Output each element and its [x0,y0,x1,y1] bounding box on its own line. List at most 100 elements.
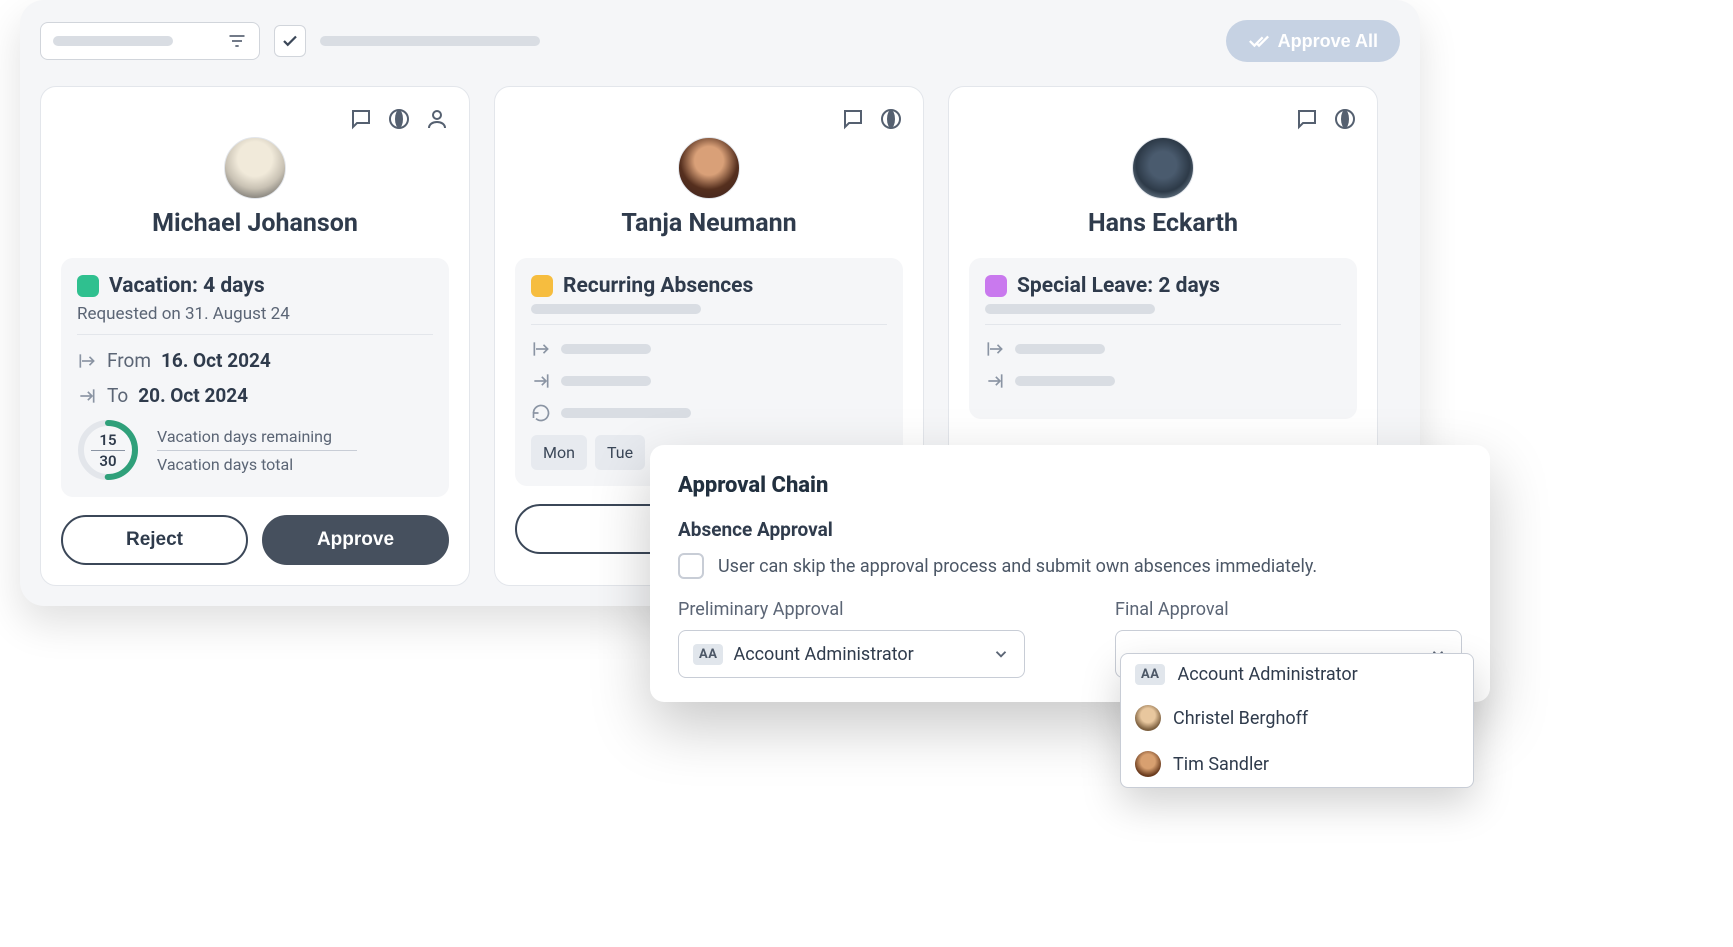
gauge-total: 30 [99,452,116,470]
filter-input[interactable] [40,22,260,60]
placeholder-line [1015,344,1105,354]
approve-all-label: Approve All [1278,31,1378,52]
stats-row: 15 30 Vacation days remaining Vacation d… [77,419,433,481]
skip-approval-row: User can skip the approval process and s… [678,553,1462,579]
preliminary-label: Preliminary Approval [678,599,1025,620]
request-info: Vacation: 4 days Requested on 31. August… [61,258,449,497]
type-dot [985,275,1007,297]
requested-label: Requested on 31. August 24 [77,304,433,324]
to-row [985,371,1341,391]
type-dot [531,275,553,297]
absence-type-row: Vacation: 4 days [77,274,433,298]
type-dot [77,275,99,297]
filter-placeholder-bar [53,36,173,46]
divider [531,324,887,325]
card-actions: Reject Approve [61,515,449,565]
aa-badge: AA [1135,664,1165,685]
approvals-panel: Approve All Michael Johanson Vacation: 4… [20,0,1420,606]
skip-approval-label: User can skip the approval process and s… [718,556,1317,577]
placeholder-line [985,304,1155,314]
dropdown-option[interactable]: Tim Sandler [1121,741,1473,787]
from-value: 16. Oct 2024 [161,349,271,372]
skip-approval-checkbox[interactable] [678,553,704,579]
user-icon[interactable] [425,107,449,131]
employee-name: Michael Johanson [61,209,449,238]
from-row [985,339,1341,359]
to-icon [531,371,551,391]
absence-type-row: Special Leave: 2 days [985,274,1341,298]
absence-type-row: Recurring Absences [531,274,887,298]
option-label: Tim Sandler [1173,754,1269,775]
from-label: From [107,349,151,372]
placeholder-line [531,304,701,314]
placeholder-line [561,376,651,386]
reject-button[interactable]: Reject [61,515,248,565]
approve-button[interactable]: Approve [262,515,449,565]
card-icons [61,107,449,131]
comment-icon[interactable] [841,107,865,131]
aa-badge: AA [693,644,723,665]
select-all-checkbox[interactable] [274,25,306,57]
comment-icon[interactable] [1295,107,1319,131]
employee-name: Tanja Neumann [515,209,903,238]
to-label: To [107,384,128,407]
option-avatar [1135,751,1161,777]
placeholder-line [1015,376,1115,386]
stat-total: Vacation days total [157,455,357,474]
dropdown-option[interactable]: AA Account Administrator [1121,654,1473,695]
from-row [531,339,887,359]
days-gauge: 15 30 [77,419,139,481]
avatar [1132,137,1194,199]
to-row: To 20. Oct 2024 [77,384,433,407]
from-icon [531,339,551,359]
dropdown-option[interactable]: Christel Berghoff [1121,695,1473,741]
header-placeholder [320,36,540,46]
preliminary-value: Account Administrator [733,644,913,665]
from-row: From 16. Oct 2024 [77,349,433,372]
placeholder-line [561,408,691,418]
modal-title: Approval Chain [678,473,1462,498]
option-label: Account Administrator [1177,664,1357,685]
gauge-remaining: 15 [99,431,116,449]
refresh-icon [531,403,551,423]
eye-icon[interactable] [387,107,411,131]
chevron-down-icon [992,645,1010,663]
type-label: Special Leave: 2 days [1017,274,1220,298]
divider [985,324,1341,325]
stat-remaining: Vacation days remaining [157,427,357,446]
check-icon [281,32,299,50]
option-avatar [1135,705,1161,731]
approve-all-button[interactable]: Approve All [1226,20,1400,62]
to-icon [77,386,97,406]
placeholder-line [561,344,651,354]
type-label: Recurring Absences [563,274,753,298]
eye-icon[interactable] [1333,107,1357,131]
to-value: 20. Oct 2024 [138,384,248,407]
from-icon [77,351,97,371]
recurring-row [531,403,887,423]
day-chip[interactable]: Tue [595,435,645,470]
divider [77,334,433,335]
avatar [224,137,286,199]
comment-icon[interactable] [349,107,373,131]
final-label: Final Approval [1115,599,1462,620]
employee-name: Hans Eckarth [969,209,1357,238]
option-label: Christel Berghoff [1173,708,1308,729]
to-row [531,371,887,391]
request-card: Michael Johanson Vacation: 4 days Reques… [40,86,470,586]
stat-labels: Vacation days remaining Vacation days to… [157,427,357,474]
preliminary-select[interactable]: AA Account Administrator [678,630,1025,678]
eye-icon[interactable] [879,107,903,131]
section-title: Absence Approval [678,518,1462,541]
panel-header: Approve All [40,20,1400,62]
approval-chain-modal: Approval Chain Absence Approval User can… [650,445,1490,702]
day-chip[interactable]: Mon [531,435,587,470]
type-label: Vacation: 4 days [109,274,265,298]
card-icons [515,107,903,131]
final-approval-dropdown: AA Account Administrator Christel Bergho… [1120,653,1474,788]
avatar [678,137,740,199]
double-check-icon [1248,30,1270,52]
card-icons [969,107,1357,131]
request-info: Special Leave: 2 days [969,258,1357,419]
preliminary-approval-col: Preliminary Approval AA Account Administ… [678,599,1025,678]
